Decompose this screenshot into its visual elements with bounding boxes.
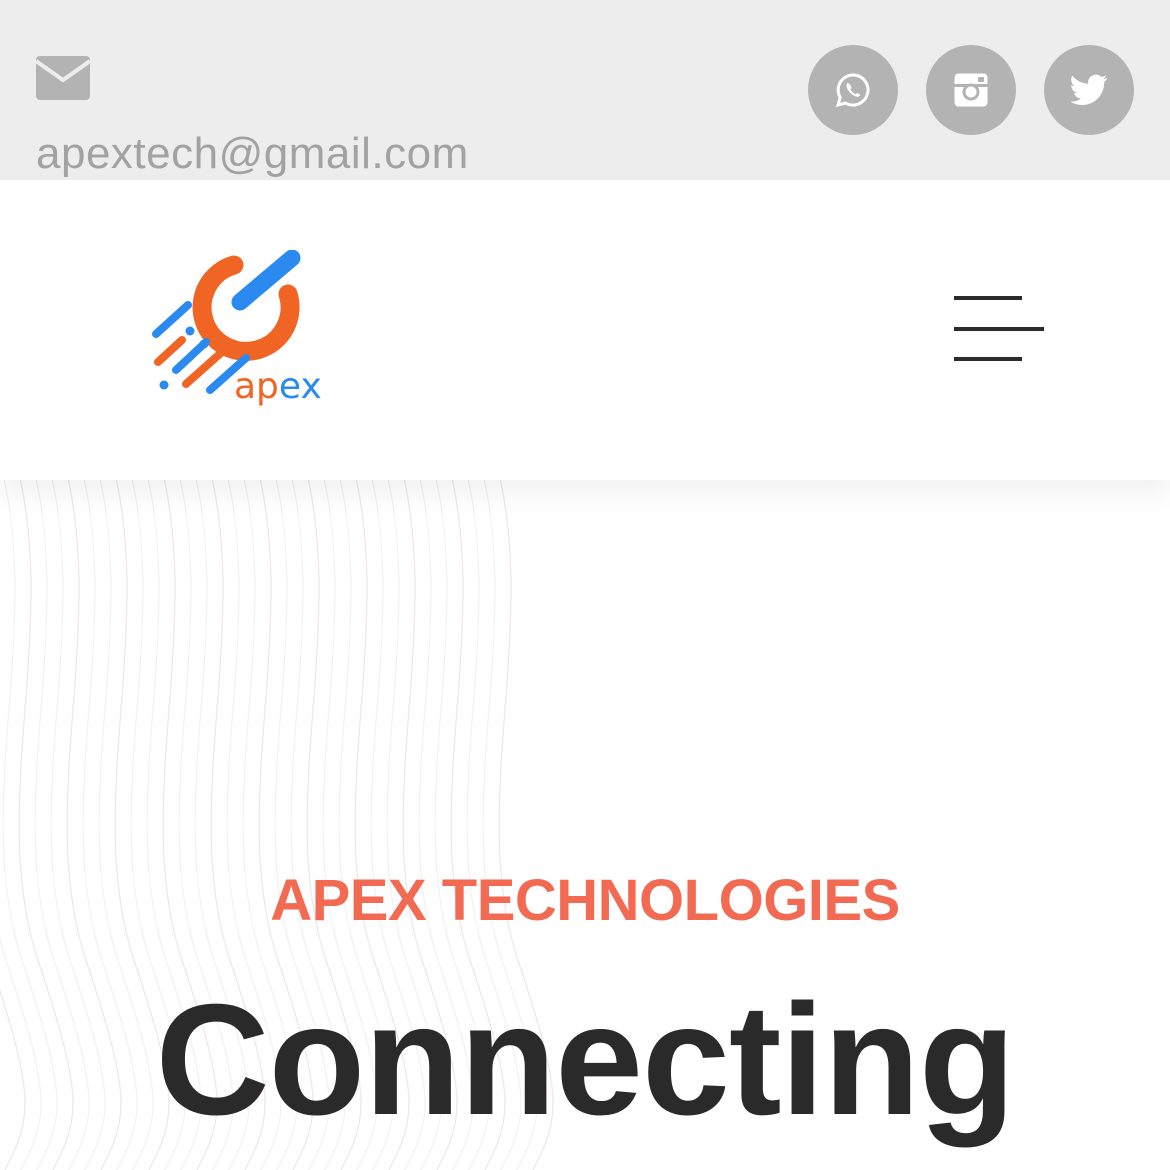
hero-section: APEX TECHNOLOGIES Connecting — [0, 480, 1170, 1170]
hamburger-menu-button[interactable] — [950, 294, 1046, 364]
top-contact-bar: apextech@gmail.com — [0, 0, 1170, 180]
envelope-icon — [36, 56, 90, 100]
instagram-icon — [954, 73, 988, 107]
whatsapp-button[interactable] — [808, 45, 898, 135]
hero-headline: Connecting — [155, 972, 1016, 1148]
menu-line — [954, 357, 1022, 361]
menu-line — [954, 296, 1022, 300]
hero-eyebrow: APEX TECHNOLOGIES — [270, 868, 900, 933]
menu-line — [954, 327, 1044, 331]
logo-text-ex: ex — [278, 366, 322, 407]
site-header: apex — [0, 180, 1170, 480]
logo-wordmark: apex — [234, 367, 322, 407]
twitter-button[interactable] — [1044, 45, 1134, 135]
logo-text-ap: ap — [234, 366, 279, 407]
whatsapp-icon — [835, 73, 870, 108]
contact-email[interactable]: apextech@gmail.com — [36, 126, 469, 182]
instagram-button[interactable] — [926, 45, 1016, 135]
twitter-icon — [1070, 74, 1108, 106]
apex-logo[interactable]: apex — [148, 249, 323, 415]
